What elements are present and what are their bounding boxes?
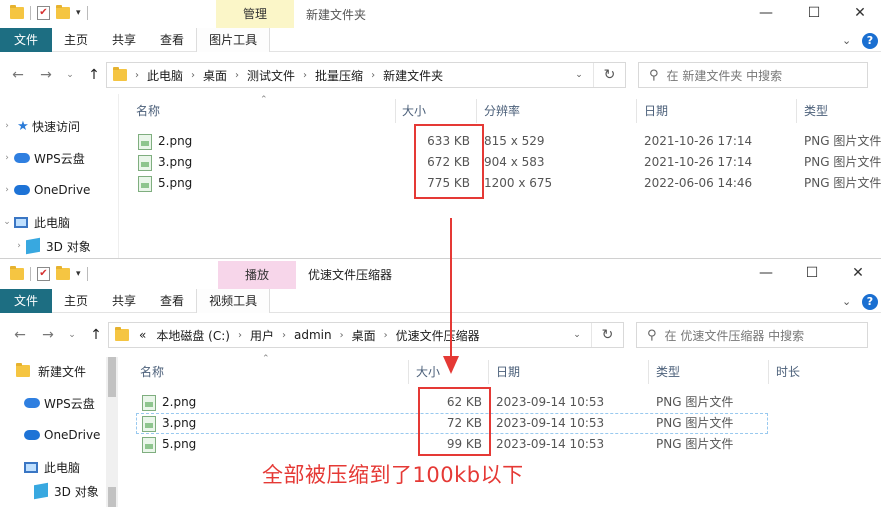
annotation-arrow bbox=[443, 218, 459, 374]
arrow-head-icon bbox=[443, 356, 459, 374]
